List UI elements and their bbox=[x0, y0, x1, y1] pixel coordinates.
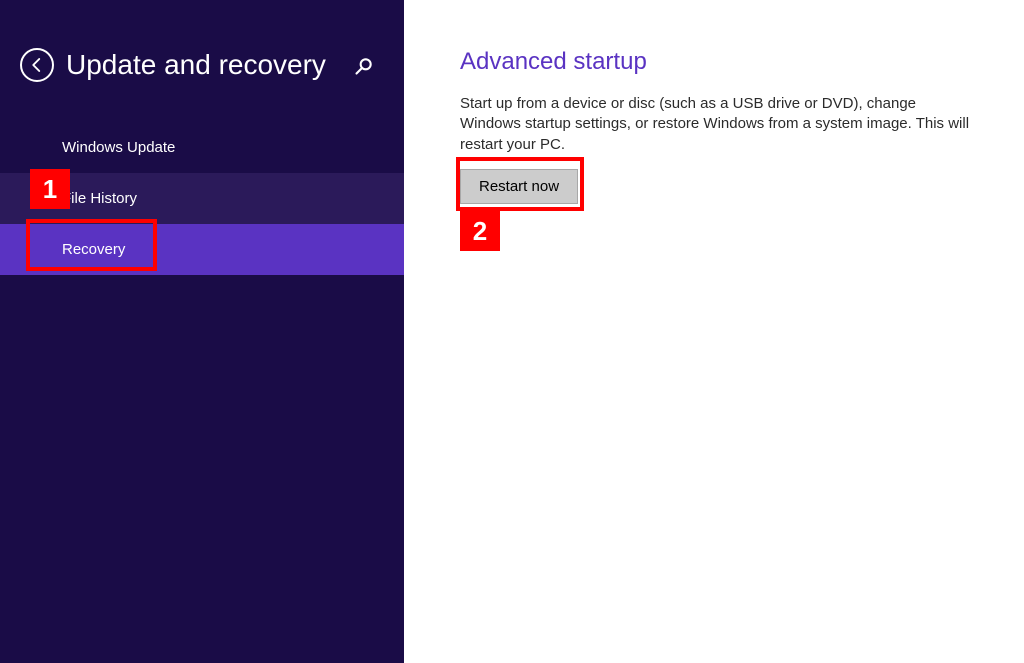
sidebar-item-label: File History bbox=[62, 190, 137, 207]
sidebar-item-label: Windows Update bbox=[62, 139, 175, 156]
section-title: Advanced startup bbox=[460, 48, 994, 76]
section-description: Start up from a device or disc (such as … bbox=[460, 94, 980, 155]
content-pane: Advanced startup Start up from a device … bbox=[404, 0, 1024, 663]
arrow-left-icon bbox=[28, 56, 46, 74]
search-button[interactable] bbox=[354, 56, 374, 81]
search-icon bbox=[354, 56, 374, 76]
sidebar-item-windows-update[interactable]: Windows Update bbox=[0, 122, 404, 173]
sidebar: Update and recovery Windows Update File … bbox=[0, 0, 404, 663]
sidebar-nav: Windows Update File History Recovery bbox=[0, 122, 404, 275]
page-title: Update and recovery bbox=[66, 49, 326, 81]
back-button[interactable] bbox=[20, 48, 54, 82]
restart-now-button[interactable]: Restart now bbox=[460, 169, 578, 204]
sidebar-item-label: Recovery bbox=[62, 241, 125, 258]
sidebar-item-file-history[interactable]: File History bbox=[0, 173, 404, 224]
annotation-number-2: 2 bbox=[460, 211, 500, 251]
sidebar-item-recovery[interactable]: Recovery bbox=[0, 224, 404, 275]
header: Update and recovery bbox=[0, 0, 404, 82]
